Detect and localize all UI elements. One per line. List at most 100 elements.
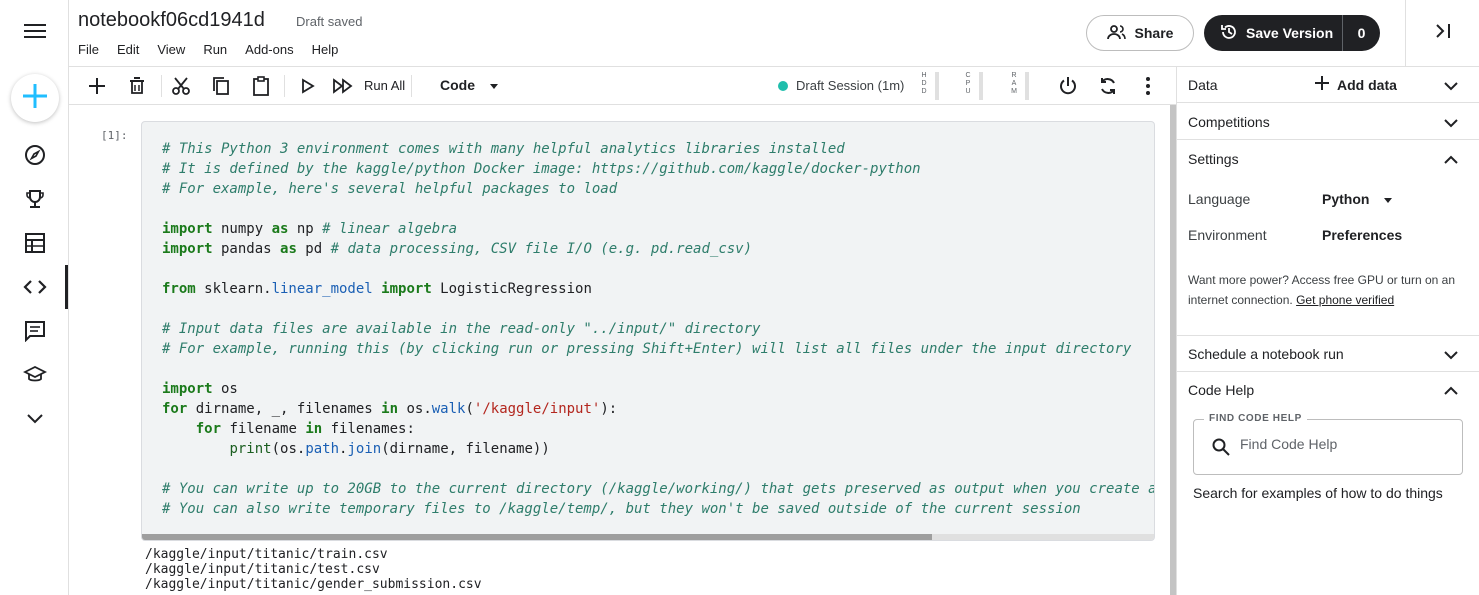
- save-version-label: Save Version: [1246, 25, 1334, 41]
- cell-type-select[interactable]: Code: [440, 77, 499, 93]
- ram-meter-label: RAM: [1011, 72, 1017, 95]
- scrollbar-thumb[interactable]: [142, 534, 932, 540]
- output-line: /kaggle/input/titanic/train.csv: [145, 547, 388, 562]
- code-editor[interactable]: # This Python 3 environment comes with m…: [162, 139, 1154, 519]
- menu-file[interactable]: File: [78, 42, 99, 57]
- language-value: Python: [1322, 191, 1370, 207]
- execution-count: [1]:: [101, 129, 128, 142]
- share-label: Share: [1134, 25, 1174, 41]
- side-panel: Data Add data Competitions Settings Lang…: [1176, 67, 1479, 595]
- menu-run[interactable]: Run: [203, 42, 227, 57]
- menu-bar: File Edit View Run Add-ons Help: [78, 42, 338, 57]
- section-code-help[interactable]: Code Help: [1177, 372, 1479, 408]
- session-label: Draft Session (1m): [796, 78, 905, 93]
- session-status[interactable]: Draft Session (1m): [778, 78, 904, 93]
- cpu-meter-label: CPU: [965, 72, 971, 95]
- create-button[interactable]: [11, 74, 59, 122]
- session-status-dot: [778, 80, 788, 91]
- output-line: /kaggle/input/titanic/test.csv: [145, 562, 380, 577]
- cell-type-value: Code: [440, 77, 475, 93]
- history-icon: [1220, 23, 1238, 44]
- cell-output: /kaggle/input/titanic/train.csv/kaggle/i…: [145, 547, 482, 592]
- notebook-editor: [1]: # This Python 3 environment comes w…: [69, 105, 1176, 595]
- code-icon[interactable]: [20, 272, 50, 302]
- code-cell[interactable]: # This Python 3 environment comes with m…: [141, 121, 1155, 541]
- compass-icon[interactable]: [20, 140, 50, 170]
- caret-down-icon: [1383, 191, 1393, 207]
- notebook-toolbar: Run All Code Draft Session (1m) HDD CPU …: [69, 67, 1176, 105]
- hdd-meter-label: HDD: [921, 72, 927, 95]
- find-code-help-field[interactable]: FIND CODE HELP: [1193, 413, 1463, 475]
- copy-icon[interactable]: [209, 74, 233, 98]
- search-icon: [1212, 438, 1230, 461]
- toolbar-divider: [284, 75, 285, 97]
- cut-icon[interactable]: [169, 74, 193, 98]
- hdd-meter-bar: [935, 72, 939, 100]
- environment-label: Environment: [1188, 227, 1267, 243]
- menu-icon[interactable]: [20, 16, 50, 46]
- ram-meter-bar: [1025, 72, 1029, 100]
- language-select[interactable]: Python: [1322, 191, 1393, 207]
- notebook-header: notebookf06cd1941d Draft saved File Edit…: [69, 0, 1479, 67]
- save-status: Draft saved: [296, 14, 363, 29]
- section-title: Competitions: [1188, 113, 1270, 130]
- environment-preferences[interactable]: Preferences: [1322, 227, 1402, 243]
- chevron-down-icon[interactable]: [1444, 347, 1458, 363]
- collapse-panel-button[interactable]: [1405, 0, 1479, 67]
- find-code-help-input[interactable]: [1240, 436, 1450, 452]
- language-label: Language: [1188, 191, 1251, 207]
- add-data-button[interactable]: Add data: [1315, 76, 1397, 93]
- chevron-up-icon[interactable]: [1444, 152, 1458, 168]
- section-title: Settings: [1188, 151, 1239, 167]
- section-competitions[interactable]: Competitions: [1177, 104, 1479, 140]
- section-title: Data: [1188, 76, 1218, 93]
- section-title: Code Help: [1188, 382, 1255, 398]
- toolbar-divider: [161, 75, 162, 97]
- plus-icon: [22, 83, 48, 114]
- save-version-button[interactable]: Save Version 0: [1204, 15, 1380, 51]
- horizontal-scrollbar[interactable]: [142, 534, 1154, 540]
- chevron-down-icon[interactable]: [20, 404, 50, 434]
- chevron-up-icon[interactable]: [1444, 383, 1458, 399]
- caret-down-icon: [489, 77, 499, 93]
- toolbar-divider: [411, 75, 412, 97]
- phone-verify-link[interactable]: Get phone verified: [1296, 293, 1394, 307]
- find-code-help-legend: FIND CODE HELP: [1204, 413, 1307, 424]
- notebook-title[interactable]: notebookf06cd1941d: [78, 9, 265, 32]
- section-settings[interactable]: Settings: [1177, 141, 1479, 177]
- people-icon: [1106, 24, 1127, 43]
- add-cell-icon[interactable]: [85, 74, 109, 98]
- collapse-right-icon: [1434, 22, 1452, 45]
- left-rail: [0, 0, 69, 595]
- menu-add-ons[interactable]: Add-ons: [245, 42, 293, 57]
- run-cell-icon[interactable]: [296, 74, 320, 98]
- active-indicator: [65, 265, 68, 309]
- run-all-icon[interactable]: [331, 74, 355, 98]
- add-data-label: Add data: [1337, 76, 1397, 93]
- section-title: Schedule a notebook run: [1188, 345, 1344, 362]
- table-icon[interactable]: [20, 228, 50, 258]
- plus-icon: [1315, 76, 1329, 93]
- menu-edit[interactable]: Edit: [117, 42, 139, 57]
- discussion-icon[interactable]: [20, 316, 50, 346]
- paste-icon[interactable]: [249, 74, 273, 98]
- menu-help[interactable]: Help: [312, 42, 339, 57]
- delete-icon[interactable]: [125, 74, 149, 98]
- school-icon[interactable]: [20, 360, 50, 390]
- restart-icon[interactable]: [1096, 74, 1120, 98]
- power-note: Want more power? Access free GPU or turn…: [1188, 270, 1458, 310]
- menu-view[interactable]: View: [157, 42, 185, 57]
- run-all-button[interactable]: Run All: [364, 78, 405, 93]
- output-line: /kaggle/input/titanic/gender_submission.…: [145, 577, 482, 592]
- version-count[interactable]: 0: [1342, 15, 1380, 51]
- section-data[interactable]: Data Add data: [1177, 67, 1479, 103]
- cpu-meter-bar: [979, 72, 983, 100]
- more-vert-icon[interactable]: [1136, 74, 1160, 98]
- share-button[interactable]: Share: [1086, 15, 1194, 51]
- chevron-down-icon[interactable]: [1444, 115, 1458, 131]
- trophy-icon[interactable]: [20, 184, 50, 214]
- section-schedule[interactable]: Schedule a notebook run: [1177, 335, 1479, 372]
- power-icon[interactable]: [1056, 74, 1080, 98]
- code-help-hint: Search for examples of how to do things: [1193, 485, 1443, 501]
- chevron-down-icon[interactable]: [1444, 78, 1458, 94]
